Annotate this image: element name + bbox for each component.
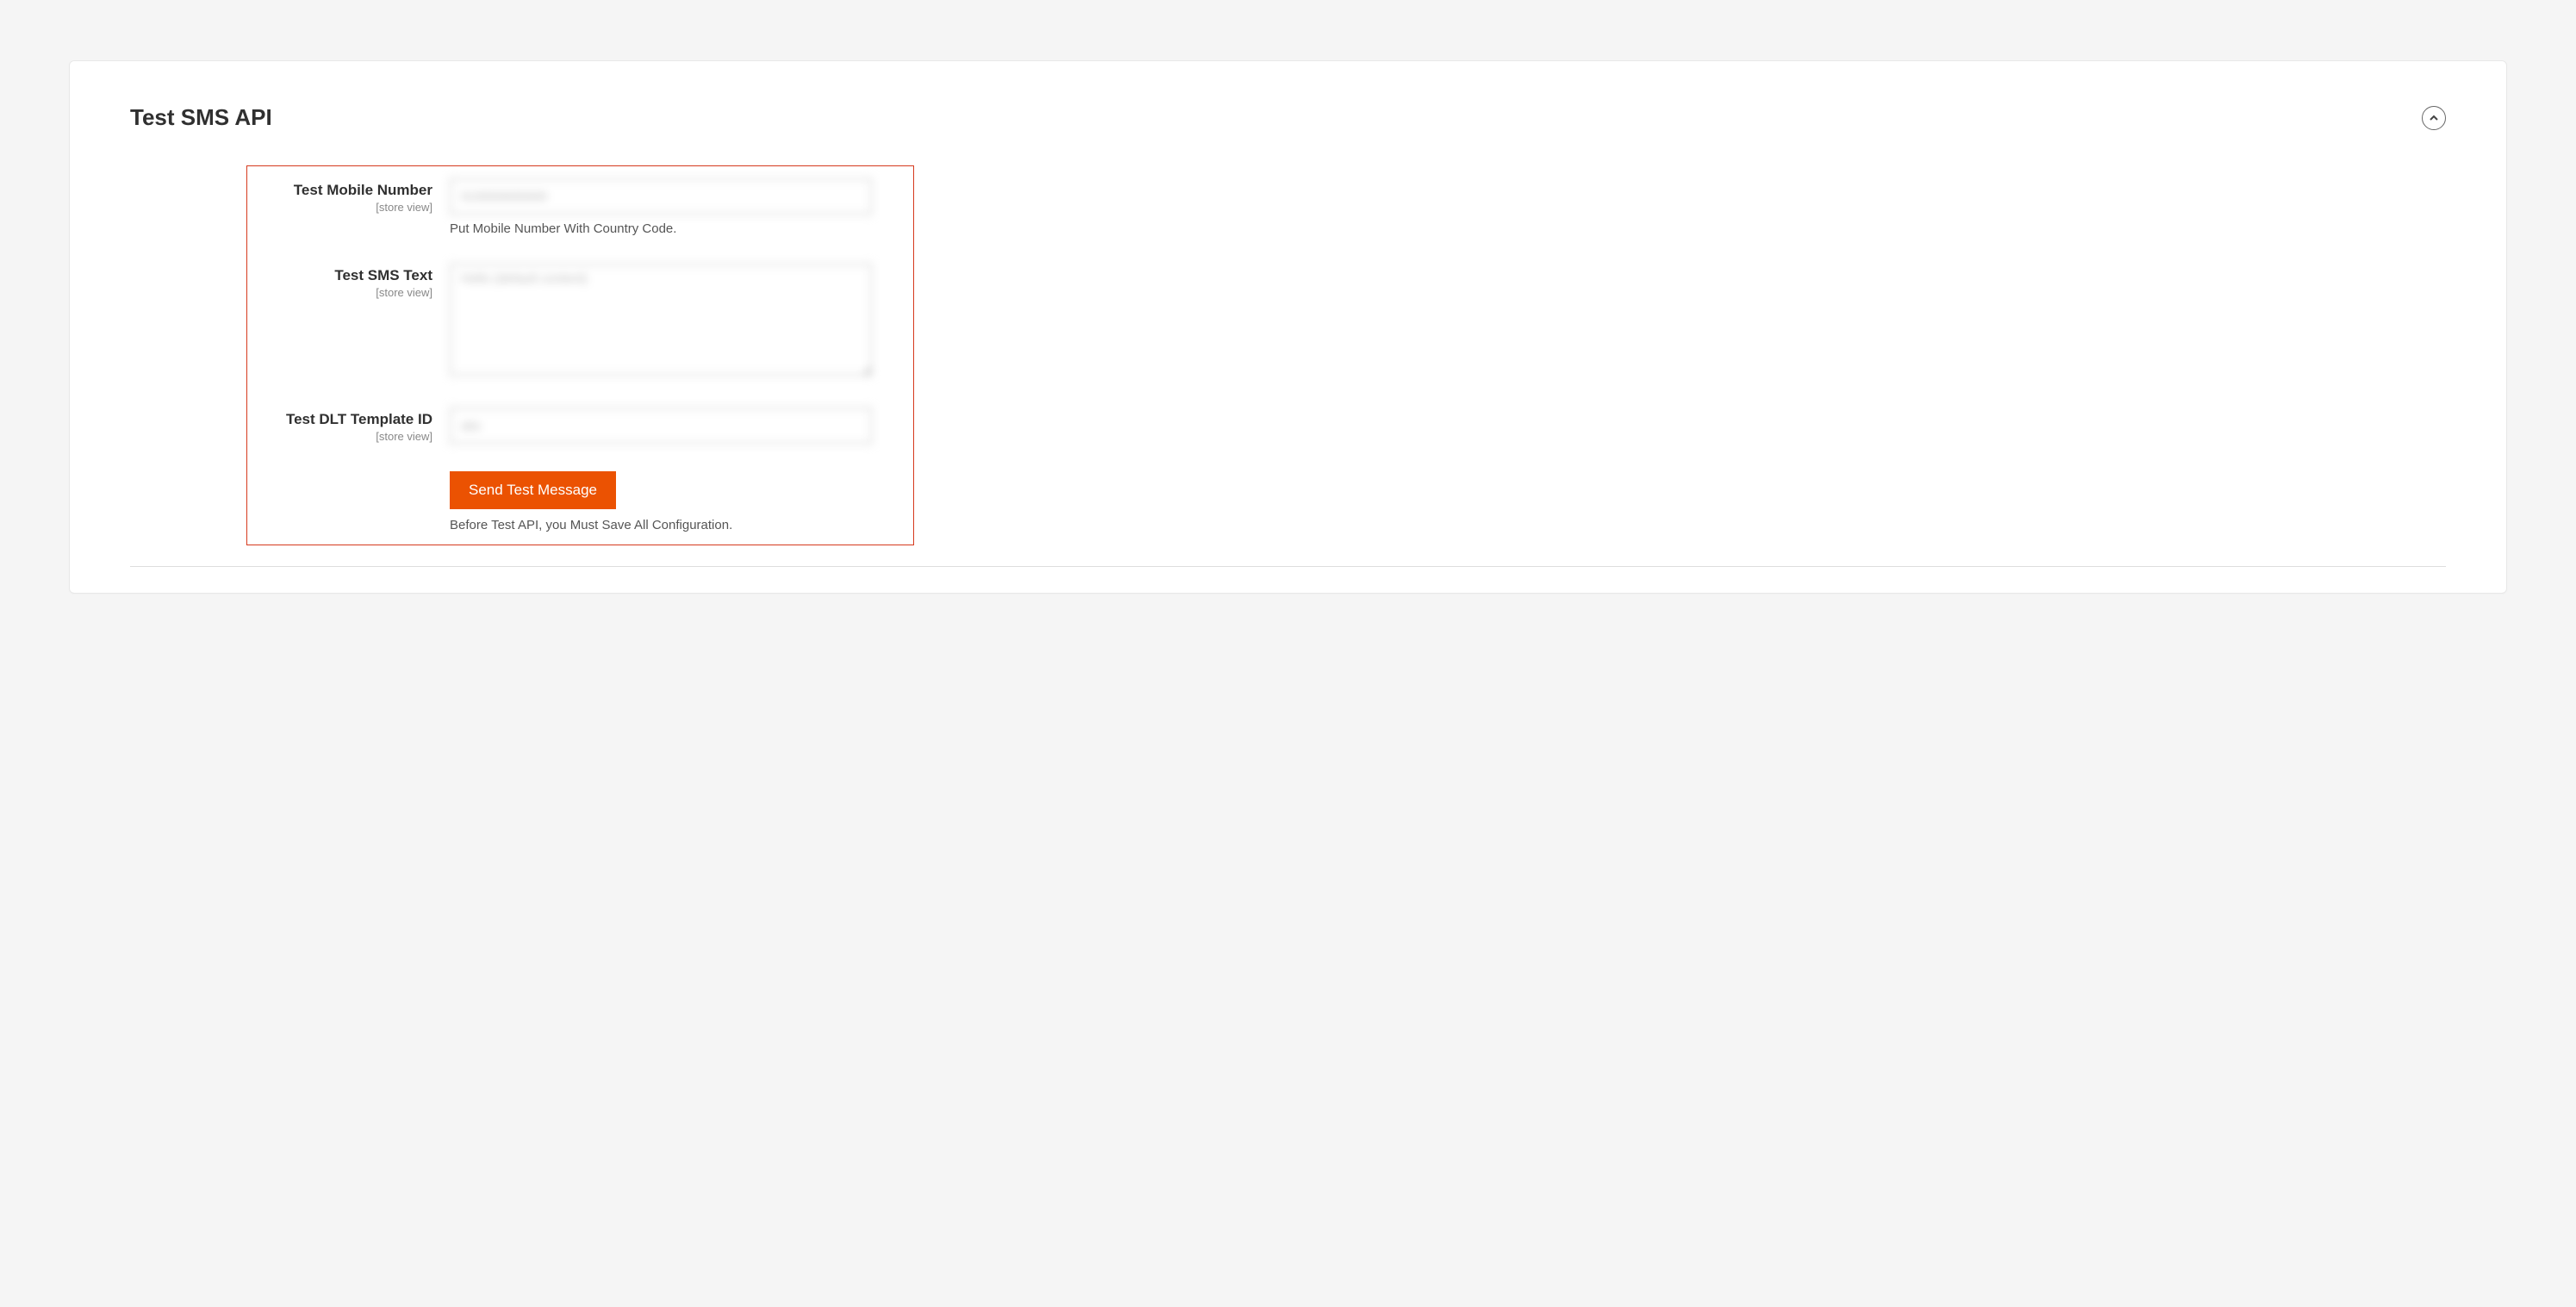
label-col: Test Mobile Number [store view] xyxy=(256,178,450,214)
input-col xyxy=(450,408,872,444)
form-row-mobile: Test Mobile Number [store view] Put Mobi… xyxy=(256,178,896,236)
dlt-template-scope: [store view] xyxy=(256,430,432,443)
label-col: Test SMS Text [store view] xyxy=(256,264,450,299)
collapse-button[interactable] xyxy=(2422,106,2446,130)
divider xyxy=(130,566,2446,567)
sms-text-label: Test SMS Text xyxy=(334,267,432,283)
mobile-label: Test Mobile Number xyxy=(294,182,432,198)
label-col: Test DLT Template ID [store view] xyxy=(256,408,450,443)
chevron-up-icon xyxy=(2429,113,2439,123)
mobile-help-text: Put Mobile Number With Country Code. xyxy=(450,221,872,236)
input-col xyxy=(450,264,872,380)
sms-text-textarea[interactable] xyxy=(450,264,872,376)
form-row-action: Send Test Message Before Test API, you M… xyxy=(256,471,896,532)
highlight-annotation-box: Test Mobile Number [store view] Put Mobi… xyxy=(246,165,914,545)
section-header: Test SMS API xyxy=(130,104,2446,131)
mobile-input[interactable] xyxy=(450,178,872,215)
input-col: Put Mobile Number With Country Code. xyxy=(450,178,872,236)
send-test-message-button[interactable]: Send Test Message xyxy=(450,471,616,509)
section-title: Test SMS API xyxy=(130,104,272,131)
mobile-scope: [store view] xyxy=(256,201,432,214)
input-col: Send Test Message Before Test API, you M… xyxy=(450,471,872,532)
config-card: Test SMS API Test Mobile Number [store v… xyxy=(69,60,2507,594)
dlt-template-label: Test DLT Template ID xyxy=(286,411,432,427)
dlt-template-input[interactable] xyxy=(450,408,872,444)
form-row-sms-text: Test SMS Text [store view] xyxy=(256,264,896,380)
form-row-dlt-template: Test DLT Template ID [store view] xyxy=(256,408,896,444)
action-help-text: Before Test API, you Must Save All Confi… xyxy=(450,518,872,532)
sms-text-scope: [store view] xyxy=(256,286,432,299)
label-col xyxy=(256,471,450,475)
